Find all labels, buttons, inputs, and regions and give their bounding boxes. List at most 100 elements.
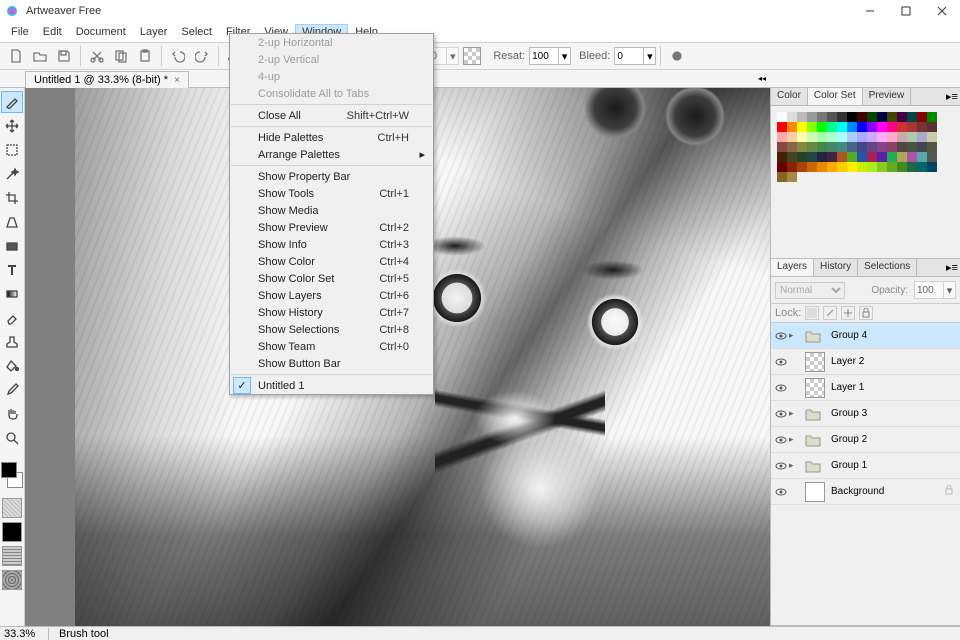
color-swatch[interactable] (847, 162, 857, 172)
color-swatch[interactable] (807, 162, 817, 172)
menu-item[interactable]: Arrange Palettes▸ (230, 146, 433, 163)
expand-icon[interactable]: ▸ (789, 434, 799, 445)
layer-row[interactable]: Layer 1 (771, 375, 960, 401)
panel-menu-icon[interactable]: ▸≡ (944, 259, 960, 276)
tab-history[interactable]: History (814, 259, 858, 276)
expand-icon[interactable]: ▸ (789, 408, 799, 419)
color-swatch[interactable] (787, 132, 797, 142)
color-swatch[interactable] (907, 122, 917, 132)
wand-tool[interactable] (1, 163, 23, 185)
perspective-tool[interactable] (1, 211, 23, 233)
close-button[interactable] (924, 0, 960, 22)
color-swatch[interactable] (907, 142, 917, 152)
expand-icon[interactable]: ▸ (789, 460, 799, 471)
color-swatch[interactable] (787, 152, 797, 162)
color-swatch[interactable] (857, 162, 867, 172)
color-swatch[interactable] (847, 142, 857, 152)
color-swatch[interactable] (787, 142, 797, 152)
color-swatch[interactable] (807, 142, 817, 152)
color-swatch[interactable] (837, 142, 847, 152)
layer-row[interactable]: ▸Group 1 (771, 453, 960, 479)
text-tool[interactable] (1, 259, 23, 281)
gradient-tool[interactable] (1, 283, 23, 305)
minimize-button[interactable] (852, 0, 888, 22)
color-swatch[interactable] (907, 152, 917, 162)
color-swatch[interactable] (917, 152, 927, 162)
color-swatch[interactable] (777, 162, 787, 172)
color-swatch[interactable] (817, 142, 827, 152)
color-swatch[interactable] (817, 152, 827, 162)
color-swatch[interactable] (857, 152, 867, 162)
menu-item[interactable]: Hide PalettesCtrl+H (230, 129, 433, 146)
new-file-button[interactable] (5, 45, 27, 67)
foreground-color[interactable] (1, 462, 17, 478)
tab-preview[interactable]: Preview (863, 88, 912, 105)
color-swatch[interactable] (917, 132, 927, 142)
color-swatch[interactable] (897, 112, 907, 122)
color-swatch[interactable] (867, 122, 877, 132)
color-swatch[interactable] (867, 152, 877, 162)
color-swatch[interactable] (787, 112, 797, 122)
color-swatch[interactable] (787, 172, 797, 182)
tab-color[interactable]: Color (771, 88, 808, 105)
expand-icon[interactable]: ▸ (789, 330, 799, 341)
stamp-tool[interactable] (1, 331, 23, 353)
tab-layers[interactable]: Layers (771, 259, 814, 276)
color-swatch[interactable] (887, 132, 897, 142)
color-swatch[interactable] (827, 132, 837, 142)
color-swatch[interactable] (857, 112, 867, 122)
color-swatch[interactable] (897, 142, 907, 152)
zoom-tool[interactable] (1, 427, 23, 449)
color-swatch[interactable] (777, 132, 787, 142)
layer-row[interactable]: ▸Group 3 (771, 401, 960, 427)
color-swatch[interactable] (807, 152, 817, 162)
color-swatch[interactable] (927, 132, 937, 142)
maximize-button[interactable] (888, 0, 924, 22)
lock-pixels-icon[interactable] (823, 306, 837, 320)
color-swatch[interactable] (837, 132, 847, 142)
color-swatch[interactable] (847, 122, 857, 132)
zoom-status[interactable]: 33.3% (4, 628, 49, 640)
undo-button[interactable] (167, 45, 189, 67)
color-swatch[interactable] (837, 162, 847, 172)
layer-row[interactable]: Background (771, 479, 960, 505)
color-swatch[interactable] (867, 112, 877, 122)
color-swatch[interactable] (887, 142, 897, 152)
open-file-button[interactable] (29, 45, 51, 67)
menu-item[interactable]: Show ColorCtrl+4 (230, 253, 433, 270)
menu-item[interactable]: ✓Untitled 1 (230, 377, 433, 394)
menu-item[interactable]: Show SelectionsCtrl+8 (230, 321, 433, 338)
brush-tool[interactable] (1, 91, 23, 113)
color-set-grid[interactable] (771, 106, 960, 188)
color-swatch[interactable] (797, 122, 807, 132)
color-swatch[interactable] (827, 112, 837, 122)
color-swatch[interactable] (797, 142, 807, 152)
eraser-tool[interactable] (1, 307, 23, 329)
close-tab-icon[interactable]: × (174, 75, 180, 86)
color-swatch[interactable] (897, 162, 907, 172)
visibility-icon[interactable] (773, 460, 789, 472)
menu-document[interactable]: Document (69, 24, 133, 40)
color-swatch[interactable] (777, 142, 787, 152)
color-swatch[interactable] (817, 162, 827, 172)
color-swatch[interactable] (877, 162, 887, 172)
color-swatch[interactable] (797, 152, 807, 162)
color-swatch[interactable] (877, 122, 887, 132)
lock-transparent-icon[interactable] (805, 306, 819, 320)
color-swatch[interactable] (917, 122, 927, 132)
color-swatch[interactable] (877, 142, 887, 152)
color-swatch[interactable] (817, 132, 827, 142)
color-swatch[interactable] (927, 122, 937, 132)
grain-swatch[interactable] (463, 47, 481, 65)
color-swatch[interactable] (927, 142, 937, 152)
color-swatch[interactable] (837, 122, 847, 132)
color-swatch[interactable] (907, 132, 917, 142)
save-file-button[interactable] (53, 45, 75, 67)
color-swatch[interactable] (857, 122, 867, 132)
color-swatch[interactable] (827, 152, 837, 162)
visibility-icon[interactable] (773, 434, 789, 446)
color-swatch[interactable] (887, 112, 897, 122)
color-swatch[interactable] (867, 162, 877, 172)
color-swatch[interactable] (927, 112, 937, 122)
menu-item[interactable]: Show TeamCtrl+0 (230, 338, 433, 355)
